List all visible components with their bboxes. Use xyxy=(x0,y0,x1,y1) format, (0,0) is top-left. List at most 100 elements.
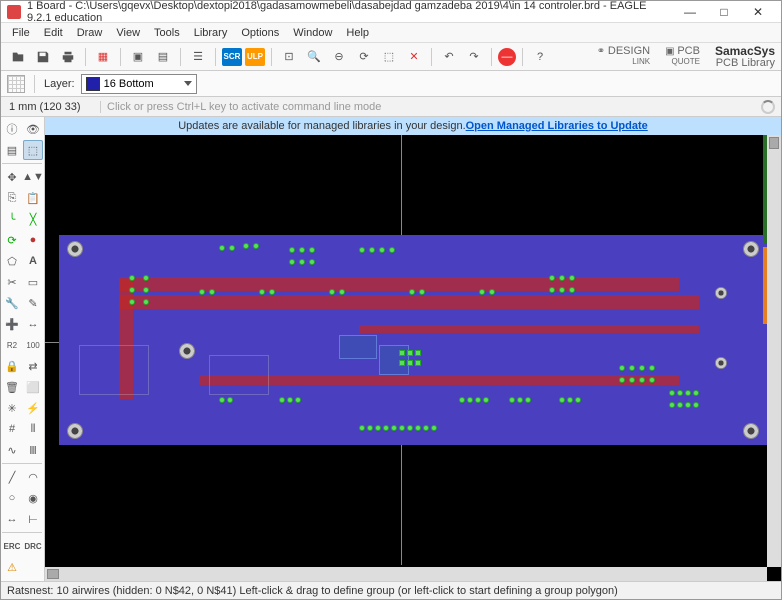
work-area: ⓘ 👁 ▤ ⬚ ✥ ▲▼ ⎘ 📋 ╰ ╳ ⟳ ● ⬠ A ✂ ▭ 🔧 ✎ ➕ ↔… xyxy=(1,117,781,581)
trace xyxy=(359,325,699,333)
text-tool-icon[interactable]: A xyxy=(23,251,43,271)
zoom-fit-icon[interactable]: ⊡ xyxy=(278,46,300,68)
ulp-button[interactable]: ULP xyxy=(245,48,265,66)
menu-draw[interactable]: Draw xyxy=(70,25,110,41)
mounting-hole xyxy=(743,241,759,257)
ic-chip xyxy=(339,335,377,359)
route-tool-icon[interactable]: ╰ xyxy=(2,209,22,229)
signal-tool-icon[interactable]: ⚡ xyxy=(23,398,43,418)
lock-tool-icon[interactable]: 🔒 xyxy=(2,356,22,376)
circle-tool-icon[interactable]: ○ xyxy=(2,488,22,508)
samacsys-brand[interactable]: SamacSysPCB Library xyxy=(715,45,775,69)
name-tool-icon[interactable]: ✎ xyxy=(23,293,43,313)
help-icon[interactable]: ? xyxy=(529,46,551,68)
split-tool-icon[interactable]: ✂ xyxy=(2,272,22,292)
silkscreen xyxy=(209,355,269,395)
zoom-in-icon[interactable]: 🔍 xyxy=(303,46,325,68)
update-libraries-link[interactable]: Open Managed Libraries to Update xyxy=(466,120,648,132)
tool-palette: ⓘ 👁 ▤ ⬚ ✥ ▲▼ ⎘ 📋 ╰ ╳ ⟳ ● ⬠ A ✂ ▭ 🔧 ✎ ➕ ↔… xyxy=(1,117,45,581)
rect-tool-icon[interactable]: ▭ xyxy=(23,272,43,292)
layer-bar: Layer: 16 Bottom xyxy=(1,71,781,97)
zoom-select-icon[interactable]: ⬚ xyxy=(378,46,400,68)
spinner-icon xyxy=(761,100,775,114)
menu-library[interactable]: Library xyxy=(187,25,235,41)
sheet-icon[interactable]: ▤ xyxy=(152,46,174,68)
layers-tool-icon[interactable]: ▤ xyxy=(2,140,22,160)
optimize-tool-icon[interactable]: ⬜ xyxy=(23,377,43,397)
fanout-tool-icon[interactable]: ⫴ xyxy=(23,419,43,439)
mounting-hole xyxy=(179,343,195,359)
menu-view[interactable]: View xyxy=(109,25,147,41)
via-tool-icon[interactable]: ● xyxy=(23,230,43,250)
separator xyxy=(120,48,121,66)
drc-button[interactable]: DRC xyxy=(23,536,43,556)
cancel-icon[interactable]: ✕ xyxy=(403,46,425,68)
grid-icon[interactable] xyxy=(7,75,25,93)
mirror-tool-icon[interactable]: ▲▼ xyxy=(23,167,43,187)
menu-window[interactable]: Window xyxy=(286,25,339,41)
add-tool-icon[interactable]: ➕ xyxy=(2,314,22,334)
menu-file[interactable]: File xyxy=(5,25,37,41)
board-canvas[interactable]: Updates are available for managed librar… xyxy=(45,117,781,581)
slice-tool-icon[interactable]: Ⅲ xyxy=(23,440,43,460)
open-icon[interactable] xyxy=(7,46,29,68)
show-tool-icon[interactable]: 👁 xyxy=(23,119,43,139)
command-input[interactable]: Click or press Ctrl+L key to activate co… xyxy=(101,101,761,113)
rotate-tool-icon[interactable]: ⟳ xyxy=(2,230,22,250)
board-icon[interactable]: ▣ xyxy=(127,46,149,68)
line-tool-icon[interactable]: ╱ xyxy=(2,467,22,487)
value-tool-icon[interactable]: R2 xyxy=(2,335,22,355)
zoom-out-icon[interactable]: ⊖ xyxy=(328,46,350,68)
delete-tool-icon[interactable]: 🗑 xyxy=(2,377,22,397)
zoom-redraw-icon[interactable]: ⟳ xyxy=(353,46,375,68)
menu-bar: File Edit Draw View Tools Library Option… xyxy=(1,23,781,43)
copy-tool-icon[interactable]: ⎘ xyxy=(2,188,22,208)
main-toolbar: ▦ ▣ ▤ ☰ SCR ULP ⊡ 🔍 ⊖ ⟳ ⬚ ✕ ↶ ↷ — ? ⚭ DE… xyxy=(1,43,781,71)
close-button[interactable]: ✕ xyxy=(741,2,775,22)
menu-tools[interactable]: Tools xyxy=(147,25,187,41)
autoroute-tool-icon[interactable]: # xyxy=(2,419,22,439)
separator xyxy=(2,532,42,533)
errors-tool-icon[interactable]: ⚠ xyxy=(2,557,22,577)
hscrollbar[interactable] xyxy=(45,567,767,581)
minimize-button[interactable]: — xyxy=(673,2,707,22)
ripup-tool-icon[interactable]: ╳ xyxy=(23,209,43,229)
separator xyxy=(215,48,216,66)
library-icon[interactable]: ☰ xyxy=(187,46,209,68)
mark-tool-icon[interactable]: ⊢ xyxy=(23,509,43,529)
redo-icon[interactable]: ↷ xyxy=(463,46,485,68)
menu-help[interactable]: Help xyxy=(339,25,376,41)
mounting-hole xyxy=(743,423,759,439)
pinswap-tool-icon[interactable]: ⇄ xyxy=(23,356,43,376)
erc-button[interactable]: ERC xyxy=(2,536,22,556)
print-icon[interactable] xyxy=(57,46,79,68)
maximize-button[interactable]: □ xyxy=(707,2,741,22)
cam-icon[interactable]: ▦ xyxy=(92,46,114,68)
pcb-quote[interactable]: ▣ PCBQUOTE xyxy=(665,46,700,67)
silkscreen xyxy=(79,345,149,395)
meander-tool-icon[interactable]: ∿ xyxy=(2,440,22,460)
arc-tool-icon[interactable]: ◠ xyxy=(23,467,43,487)
polygon-tool-icon[interactable]: ⬠ xyxy=(2,251,22,271)
change-tool-icon[interactable]: 🔧 xyxy=(2,293,22,313)
dimension-tool-icon[interactable]: ↔ xyxy=(2,509,22,529)
coordinate-display: 1 mm (120 33) xyxy=(1,101,101,113)
move-tool-icon[interactable]: ✥ xyxy=(2,167,22,187)
menu-edit[interactable]: Edit xyxy=(37,25,70,41)
smash-tool-icon[interactable]: 100 xyxy=(23,335,43,355)
menu-options[interactable]: Options xyxy=(234,25,286,41)
undo-icon[interactable]: ↶ xyxy=(438,46,460,68)
save-icon[interactable] xyxy=(32,46,54,68)
replace-tool-icon[interactable]: ↔ xyxy=(23,314,43,334)
stop-icon[interactable]: — xyxy=(498,48,516,66)
layer-select[interactable]: 16 Bottom xyxy=(81,74,197,94)
hole-tool-icon[interactable]: ◉ xyxy=(23,488,43,508)
paste-tool-icon[interactable]: 📋 xyxy=(23,188,43,208)
scr-button[interactable]: SCR xyxy=(222,48,242,66)
group-tool-icon[interactable]: ⬚ xyxy=(23,140,43,160)
vscrollbar[interactable] xyxy=(767,135,781,567)
design-link[interactable]: ⚭ DESIGNLINK xyxy=(597,46,650,67)
status-text: Ratsnest: 10 airwires (hidden: 0 N$42, 0… xyxy=(7,585,618,597)
info-tool-icon[interactable]: ⓘ xyxy=(2,119,22,139)
ratsnest-tool-icon[interactable]: ✳ xyxy=(2,398,22,418)
